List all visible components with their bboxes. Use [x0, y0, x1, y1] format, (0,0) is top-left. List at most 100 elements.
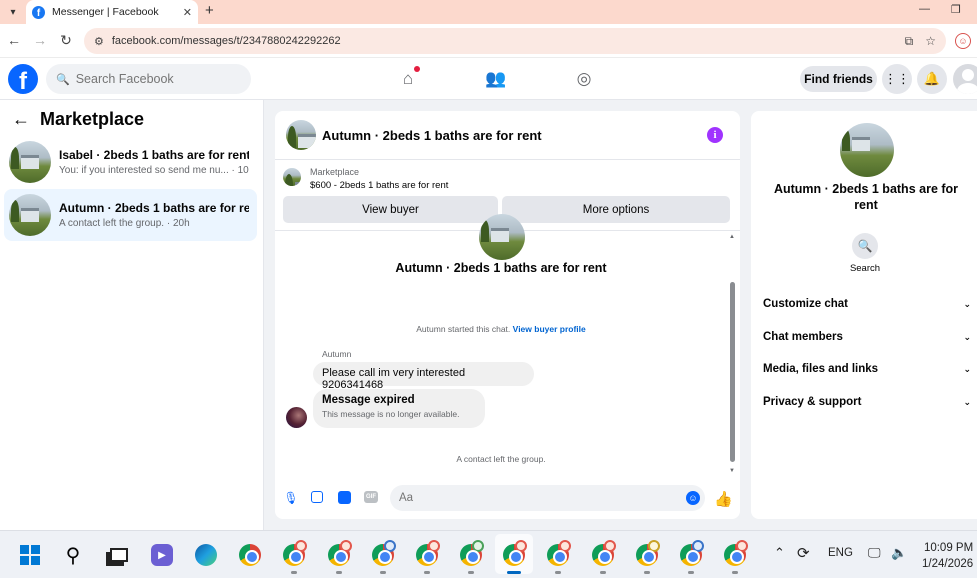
- listing-thumbnail[interactable]: [283, 168, 301, 186]
- profile-icon[interactable]: ☺: [955, 33, 971, 49]
- chat-scrollbar[interactable]: ▲ ▼: [729, 234, 735, 474]
- conversation-item-autumn[interactable]: Autumn · 2beds 1 baths are for rent A co…: [4, 189, 257, 241]
- forward-arrow-icon[interactable]: →: [31, 32, 49, 48]
- task-view-icon[interactable]: [106, 542, 132, 568]
- chat-members-row[interactable]: Chat members ⌄: [763, 327, 971, 347]
- facebook-search-input[interactable]: [75, 72, 236, 86]
- find-friends-button[interactable]: Find friends: [800, 66, 877, 92]
- network-icon[interactable]: 🖵: [868, 545, 881, 561]
- home-icon[interactable]: ⌂: [397, 66, 420, 89]
- chrome-profile-icon[interactable]: [326, 540, 352, 568]
- chrome-profile-icon[interactable]: [590, 540, 616, 568]
- chrome-icon[interactable]: [237, 542, 263, 568]
- friends-icon[interactable]: 👥: [485, 69, 507, 89]
- address-bar[interactable]: ⚙ facebook.com/messages/t/23478802422922…: [84, 28, 946, 54]
- media-files-links-row[interactable]: Media, files and links ⌄: [763, 359, 971, 379]
- reload-icon[interactable]: ↻: [57, 32, 75, 49]
- notifications-bell-icon[interactable]: 🔔: [917, 64, 947, 94]
- search-label: Search: [849, 263, 881, 274]
- chrome-profile-icon[interactable]: [634, 540, 660, 568]
- customize-chat-row[interactable]: Customize chat ⌄: [763, 294, 971, 314]
- facebook-search[interactable]: 🔍: [46, 64, 251, 94]
- windows-start-icon[interactable]: [17, 542, 43, 568]
- language-indicator[interactable]: ENG: [828, 547, 853, 559]
- chat-info-panel: Autumn · 2beds 1 baths are for rent 🔍 Se…: [751, 111, 977, 519]
- account-avatar[interactable]: [953, 64, 977, 94]
- site-settings-icon[interactable]: ⚙: [94, 35, 104, 48]
- search-icon[interactable]: 🔍: [852, 233, 878, 259]
- expired-message-bubble[interactable]: Message expired This message is no longe…: [313, 389, 485, 428]
- chevron-down-icon: ⌄: [963, 396, 971, 407]
- info-icon[interactable]: i: [707, 127, 723, 143]
- menu-grid-icon[interactable]: ⋮⋮: [882, 64, 912, 94]
- privacy-support-row[interactable]: Privacy & support ⌄: [763, 392, 971, 412]
- install-app-icon[interactable]: ⧉: [905, 34, 914, 49]
- chrome-profile-icon-active[interactable]: [501, 540, 527, 568]
- chrome-profile-icon[interactable]: [370, 540, 396, 568]
- system-message-left: A contact left the group.: [456, 454, 546, 464]
- tab-title: Messenger | Facebook: [52, 6, 159, 18]
- chrome-profile-icon[interactable]: [414, 540, 440, 568]
- chat-header-name[interactable]: Autumn · 2beds 1 baths are for rent: [322, 128, 542, 143]
- chrome-profile-icon[interactable]: [722, 540, 748, 568]
- row-label: Privacy & support: [763, 396, 862, 408]
- sender-avatar[interactable]: [286, 407, 307, 428]
- volume-icon[interactable]: 🔈: [891, 545, 907, 561]
- scroll-down-icon[interactable]: ▼: [729, 468, 735, 474]
- bookmark-star-icon[interactable]: ☆: [925, 34, 936, 48]
- chrome-profile-icon[interactable]: [545, 540, 571, 568]
- minimize-icon[interactable]: —: [919, 3, 930, 15]
- back-arrow-icon[interactable]: ←: [5, 32, 23, 48]
- messenger-main: ← Marketplace Isabel · 2beds 1 baths are…: [0, 100, 977, 530]
- more-options-button[interactable]: More options: [502, 196, 730, 223]
- chat-panel: Autumn · 2beds 1 baths are for rent i Ma…: [275, 111, 740, 519]
- listing-thumbnail: [9, 141, 51, 183]
- new-tab-button[interactable]: +: [205, 2, 214, 19]
- microphone-icon[interactable]: 🎙: [283, 491, 298, 505]
- listing-price[interactable]: $600 - 2beds 1 baths are for rent: [310, 180, 448, 191]
- photo-icon[interactable]: [311, 491, 323, 503]
- groups-icon[interactable]: ◎: [573, 69, 595, 89]
- emoji-icon[interactable]: ☺: [686, 491, 700, 505]
- teams-icon[interactable]: ▶: [149, 542, 175, 568]
- facebook-logo-icon[interactable]: f: [8, 64, 38, 94]
- expired-subtitle: This message is no longer available.: [322, 409, 460, 419]
- facebook-header: f 🔍 ⌂ 👥 ◎ Find friends ⋮⋮ 🔔: [0, 58, 977, 100]
- back-arrow-icon[interactable]: ←: [12, 109, 30, 130]
- chrome-profile-icon[interactable]: [678, 540, 704, 568]
- conversation-title: Isabel · 2beds 1 baths are for rent: [59, 148, 249, 162]
- browser-tab[interactable]: f Messenger | Facebook ✕: [26, 0, 198, 24]
- scroll-up-icon[interactable]: ▲: [729, 234, 735, 240]
- view-buyer-button[interactable]: View buyer: [283, 196, 498, 223]
- message-input-box[interactable]: ☺: [390, 485, 705, 511]
- conversation-item-isabel[interactable]: Isabel · 2beds 1 baths are for rent You:…: [4, 136, 257, 188]
- clock-date: 1/24/2026: [922, 558, 974, 570]
- close-tab-icon[interactable]: ✕: [183, 6, 192, 19]
- chrome-profile-icon[interactable]: [458, 540, 484, 568]
- home-notification-dot: [414, 66, 420, 72]
- row-label: Chat members: [763, 331, 843, 343]
- system-message-start: Autumn started this chat. View buyer pro…: [275, 324, 727, 334]
- sync-icon[interactable]: ⟳: [797, 544, 810, 562]
- gif-icon[interactable]: GIF: [364, 491, 378, 503]
- conversation-title: Autumn · 2beds 1 baths are for rent: [395, 261, 607, 275]
- message-bubble[interactable]: Please call im very interested 920634146…: [313, 362, 534, 391]
- conversation-title: Autumn · 2beds 1 baths are for rent: [59, 201, 249, 215]
- marketplace-label: Marketplace: [310, 167, 360, 177]
- tab-search-chevron-icon[interactable]: ▾: [4, 3, 22, 21]
- message-input[interactable]: [399, 492, 669, 504]
- search-icon[interactable]: ⚲: [60, 542, 86, 568]
- view-buyer-profile-link[interactable]: View buyer profile: [513, 324, 586, 334]
- scrollbar-thumb[interactable]: [730, 282, 735, 462]
- chevron-down-icon: ⌄: [963, 331, 971, 342]
- chat-thumbnail[interactable]: [286, 120, 316, 150]
- system-clock[interactable]: 10:09 PM 1/24/2026: [922, 540, 973, 572]
- restore-icon[interactable]: ❐: [951, 3, 961, 16]
- edge-icon[interactable]: [193, 542, 219, 568]
- chevron-down-icon: ⌄: [963, 298, 971, 309]
- chevron-up-icon[interactable]: ⌃: [774, 545, 785, 561]
- chrome-profile-icon[interactable]: [281, 540, 307, 568]
- sticker-icon[interactable]: [338, 491, 351, 504]
- url-text[interactable]: facebook.com/messages/t/2347880242292262: [112, 35, 893, 47]
- thumbs-up-icon[interactable]: 👍: [714, 490, 733, 508]
